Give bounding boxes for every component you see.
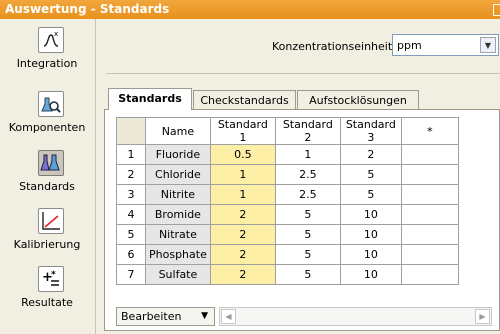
sidebar: x Integration Komponenten Standards Kali… (0, 19, 94, 334)
edit-menu-label: Bearbeiten (121, 310, 182, 323)
scroll-right-icon[interactable]: ▶ (475, 309, 490, 324)
svg-text:*: * (51, 270, 56, 280)
sidebar-item-label: Komponenten (8, 121, 86, 134)
column-header-standard-3: Standard 3 (339, 117, 402, 145)
cell-name[interactable]: Chloride (145, 164, 211, 185)
cell-standard-1[interactable]: 2 (209, 204, 276, 225)
scroll-left-icon[interactable]: ◀ (221, 309, 236, 324)
cell-standard-2[interactable]: 2.5 (274, 164, 341, 185)
cell-standard-3[interactable]: 10 (339, 204, 402, 225)
cell-standard-1[interactable]: 2 (209, 264, 276, 285)
concentration-unit-select[interactable]: ppm ▼ (392, 34, 499, 56)
tab-checkstandards[interactable]: Checkstandards (193, 90, 296, 110)
table-corner-cell (116, 117, 146, 145)
svg-text:x: x (54, 30, 58, 38)
table-bottom-bar: Bearbeiten ▼ ◀ ▶ (116, 307, 498, 326)
sidebar-item-label: Kalibrierung (13, 238, 81, 251)
chevron-down-icon: ▼ (201, 311, 208, 321)
sidebar-item-standards[interactable]: Standards (0, 150, 94, 208)
table-header-row: Name Standard 1 Standard 2 Standard 3 * (116, 117, 459, 145)
cell-standard-3[interactable]: 10 (339, 224, 402, 245)
table-row[interactable]: 4 Bromide 2 5 10 (116, 204, 459, 225)
cell-standard-2[interactable]: 5 (274, 204, 341, 225)
sidebar-item-label: Integration (16, 57, 78, 70)
chevron-down-icon[interactable]: ▼ (480, 37, 496, 53)
standards-icon (38, 150, 64, 176)
sidebar-item-integration[interactable]: x Integration (0, 27, 94, 85)
row-number: 4 (116, 204, 146, 225)
standards-panel: Name Standard 1 Standard 2 Standard 3 * … (104, 109, 500, 331)
sidebar-item-label: Standards (19, 180, 75, 193)
kalibrierung-icon (38, 208, 64, 234)
sidebar-item-komponenten[interactable]: Komponenten (0, 91, 94, 149)
table-row[interactable]: 2 Chloride 1 2.5 5 (116, 164, 459, 185)
row-number: 6 (116, 244, 146, 265)
column-header-standard-2: Standard 2 (274, 117, 341, 145)
concentration-unit-value: ppm (397, 39, 422, 52)
window-titlebar: Auswertung - Standards (0, 0, 500, 19)
cell-new[interactable] (400, 164, 459, 185)
cell-new[interactable] (400, 224, 459, 245)
cell-standard-1[interactable]: 1 (209, 184, 276, 205)
cell-standard-2[interactable]: 5 (274, 264, 341, 285)
column-header-new: * (400, 117, 459, 145)
row-number: 3 (116, 184, 146, 205)
horizontal-scrollbar[interactable]: ◀ ▶ (219, 307, 492, 326)
cell-standard-3[interactable]: 2 (339, 144, 402, 165)
row-number: 1 (116, 144, 146, 165)
window-edge-icon (493, 4, 500, 16)
table-row[interactable]: 6 Phosphate 2 5 10 (116, 244, 459, 265)
cell-standard-3[interactable]: 10 (339, 244, 402, 265)
cell-name[interactable]: Nitrite (145, 184, 211, 205)
cell-new[interactable] (400, 144, 459, 165)
cell-new[interactable] (400, 184, 459, 205)
resultate-icon: + * (38, 266, 64, 292)
cell-name[interactable]: Phosphate (145, 244, 211, 265)
table-row[interactable]: 3 Nitrite 1 2.5 5 (116, 184, 459, 205)
cell-standard-3[interactable]: 5 (339, 164, 402, 185)
row-number: 5 (116, 224, 146, 245)
cell-standard-1[interactable]: 2 (209, 224, 276, 245)
scrollbar-track[interactable] (238, 309, 472, 324)
column-header-name: Name (145, 117, 211, 145)
table-row[interactable]: 7 Sulfate 2 5 10 (116, 264, 459, 285)
tab-aufstockloesungen[interactable]: Aufstocklösungen (297, 90, 419, 110)
tab-label: Checkstandards (200, 94, 289, 107)
cell-name[interactable]: Nitrate (145, 224, 211, 245)
cell-new[interactable] (400, 264, 459, 285)
row-number: 7 (116, 264, 146, 285)
concentration-unit-label: Konzentrationseinheit (272, 40, 393, 53)
main-panel: Konzentrationseinheit ppm ▼ Standards Ch… (96, 19, 500, 334)
column-header-standard-1: Standard 1 (209, 117, 276, 145)
integration-icon: x (38, 27, 64, 53)
cell-name[interactable]: Fluoride (145, 144, 211, 165)
komponenten-icon (38, 91, 64, 117)
cell-standard-3[interactable]: 10 (339, 264, 402, 285)
row-number: 2 (116, 164, 146, 185)
sidebar-item-resultate[interactable]: + * Resultate (0, 266, 94, 324)
cell-standard-1[interactable]: 1 (209, 164, 276, 185)
table-row[interactable]: 5 Nitrate 2 5 10 (116, 224, 459, 245)
cell-standard-2[interactable]: 1 (274, 144, 341, 165)
divider (106, 73, 500, 74)
sidebar-item-label: Resultate (21, 296, 73, 309)
cell-standard-3[interactable]: 5 (339, 184, 402, 205)
tab-standards[interactable]: Standards (108, 88, 192, 110)
cell-standard-2[interactable]: 5 (274, 244, 341, 265)
cell-standard-2[interactable]: 5 (274, 224, 341, 245)
cell-name[interactable]: Sulfate (145, 264, 211, 285)
cell-standard-2[interactable]: 2.5 (274, 184, 341, 205)
sidebar-item-kalibrierung[interactable]: Kalibrierung (0, 208, 94, 266)
window-title: Auswertung - Standards (5, 2, 170, 16)
cell-new[interactable] (400, 204, 459, 225)
edit-menu-button[interactable]: Bearbeiten ▼ (116, 307, 215, 326)
cell-new[interactable] (400, 244, 459, 265)
table-row[interactable]: 1 Fluoride 0.5 1 2 (116, 144, 459, 165)
cell-name[interactable]: Bromide (145, 204, 211, 225)
cell-standard-1[interactable]: 2 (209, 244, 276, 265)
cell-standard-1[interactable]: 0.5 (209, 144, 276, 165)
tab-label: Aufstocklösungen (309, 94, 407, 107)
standards-table: Name Standard 1 Standard 2 Standard 3 * … (116, 117, 459, 285)
tab-label: Standards (118, 92, 182, 105)
